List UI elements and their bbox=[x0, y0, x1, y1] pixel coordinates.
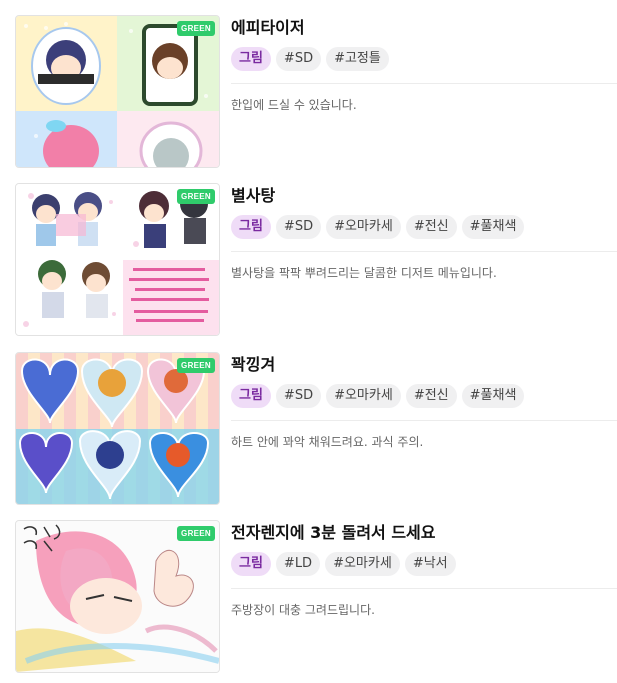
product-info: 별사탕 그림 #SD #오마카세 #전신 #풀채색 별사탕을 팍팍 뿌려드리는 … bbox=[231, 183, 617, 335]
tag[interactable]: #낙서 bbox=[404, 552, 456, 576]
product-thumbnail[interactable]: GREEN bbox=[15, 183, 220, 336]
product-info: 에피타이저 그림 #SD #고정틀 한입에 드실 수 있습니다. bbox=[231, 15, 617, 167]
divider bbox=[231, 588, 617, 589]
tag[interactable]: #풀채색 bbox=[461, 384, 525, 408]
tag[interactable]: #전신 bbox=[405, 215, 457, 239]
thumbnail-artwork bbox=[16, 184, 219, 335]
product-info: 전자렌지에 3분 돌려서 드세요 그림 #LD #오마카세 #낙서 주방장이 대… bbox=[231, 520, 617, 672]
tag[interactable]: #풀채색 bbox=[461, 215, 525, 239]
tag[interactable]: #SD bbox=[275, 215, 322, 239]
product-thumbnail[interactable]: GREEN bbox=[15, 15, 220, 168]
green-badge: GREEN bbox=[177, 21, 215, 36]
tag-list: 그림 #SD #고정틀 bbox=[231, 47, 389, 71]
thumbnail-artwork bbox=[16, 16, 219, 167]
list-item[interactable]: GREEN 별사탕 그림 #SD #오마카세 #전신 #풀채색 별사탕을 팍팍 … bbox=[15, 183, 617, 336]
product-title[interactable]: 전자렌지에 3분 돌려서 드세요 bbox=[231, 522, 435, 544]
tag-category[interactable]: 그림 bbox=[231, 384, 271, 408]
product-thumbnail[interactable]: GREEN bbox=[15, 352, 220, 505]
product-description: 하트 안에 꽈악 채워드려요. 과식 주의. bbox=[231, 435, 424, 449]
product-title[interactable]: 별사탕 bbox=[231, 185, 275, 207]
tag[interactable]: #오마카세 bbox=[326, 215, 401, 239]
tag[interactable]: #오마카세 bbox=[326, 384, 401, 408]
list-item[interactable]: GREEN 꽉낑겨 그림 #SD #오마카세 #전신 #풀채색 하트 안에 꽈악… bbox=[15, 352, 617, 505]
tag[interactable]: #LD bbox=[275, 552, 321, 576]
green-badge: GREEN bbox=[177, 189, 215, 204]
divider bbox=[231, 251, 617, 252]
tag[interactable]: #SD bbox=[275, 47, 322, 71]
product-description: 주방장이 대충 그려드립니다. bbox=[231, 603, 375, 617]
green-badge: GREEN bbox=[177, 526, 215, 541]
product-description: 한입에 드실 수 있습니다. bbox=[231, 98, 357, 112]
tag-category[interactable]: 그림 bbox=[231, 215, 271, 239]
tag-list: 그림 #SD #오마카세 #전신 #풀채색 bbox=[231, 215, 525, 239]
tag-list: 그림 #LD #오마카세 #낙서 bbox=[231, 552, 456, 576]
product-info: 꽉낑겨 그림 #SD #오마카세 #전신 #풀채색 하트 안에 꽈악 채워드려요… bbox=[231, 352, 617, 504]
tag-category[interactable]: 그림 bbox=[231, 47, 271, 71]
thumbnail-artwork bbox=[16, 353, 219, 504]
tag[interactable]: #전신 bbox=[405, 384, 457, 408]
tag-list: 그림 #SD #오마카세 #전신 #풀채색 bbox=[231, 384, 525, 408]
divider bbox=[231, 420, 617, 421]
product-title[interactable]: 에피타이저 bbox=[231, 17, 305, 39]
tag[interactable]: #고정틀 bbox=[326, 47, 389, 71]
list-item[interactable]: GREEN 전자렌지에 3분 돌려서 드세요 그림 #LD #오마카세 #낙서 … bbox=[15, 520, 617, 673]
list-item[interactable]: GREEN 에피타이저 그림 #SD #고정틀 한입에 드실 수 있습니다. bbox=[15, 15, 617, 168]
product-thumbnail[interactable]: GREEN bbox=[15, 520, 220, 673]
green-badge: GREEN bbox=[177, 358, 215, 373]
tag[interactable]: #SD bbox=[275, 384, 322, 408]
product-description: 별사탕을 팍팍 뿌려드리는 달콤한 디저트 메뉴입니다. bbox=[231, 266, 497, 280]
tag[interactable]: #오마카세 bbox=[325, 552, 400, 576]
divider bbox=[231, 83, 617, 84]
product-title[interactable]: 꽉낑겨 bbox=[231, 354, 275, 376]
thumbnail-artwork bbox=[16, 521, 219, 672]
tag-category[interactable]: 그림 bbox=[231, 552, 271, 576]
